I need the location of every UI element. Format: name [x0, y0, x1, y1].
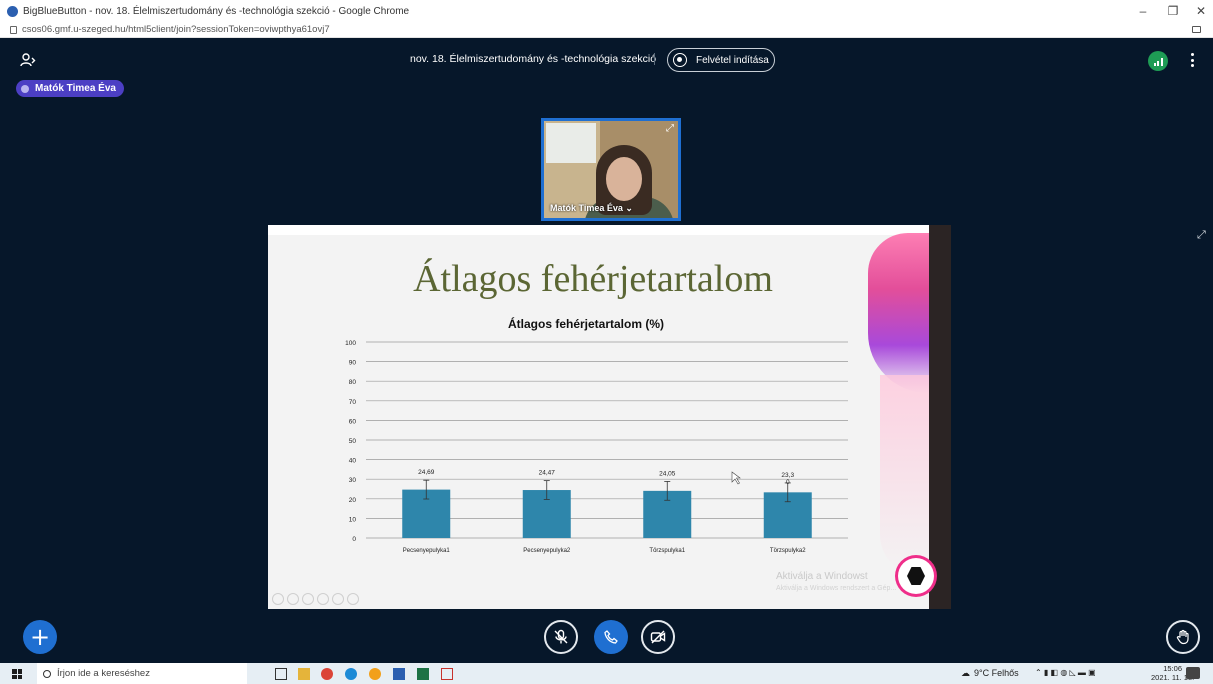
record-icon — [673, 53, 687, 67]
task-view-icon[interactable] — [275, 668, 287, 680]
word-icon[interactable] — [393, 668, 405, 680]
bar-chart: Átlagos fehérjetartalom (%) 0 10 20 30 40 50 6… — [345, 316, 848, 554]
presentation-slide: Átlagos fehérjetartalom Átlagos fehérjet… — [268, 225, 951, 609]
y-tick-label: 50 — [349, 438, 357, 445]
extra-data-label: 0 — [786, 479, 790, 486]
data-label: 24,47 — [539, 470, 556, 477]
actions-plus-button[interactable]: + — [23, 620, 57, 654]
connection-status-button[interactable] — [1148, 51, 1168, 71]
y-tick-label: 70 — [349, 399, 357, 406]
chart-title: Átlagos fehérjetartalom (%) — [508, 316, 664, 331]
url-text[interactable]: csos06.gmf.u-szeged.hu/html5client/join?… — [22, 24, 330, 35]
talker-name: Matók Timea Éva — [35, 83, 116, 94]
maximize-button[interactable]: ❐ — [1158, 0, 1188, 22]
webcam-video[interactable]: ⤢ Matók Timea Éva ⌄ — [541, 118, 681, 221]
browser-title-bar: BigBlueButton - nov. 18. Élelmiszertudom… — [0, 0, 1213, 22]
y-tick-label: 100 — [345, 340, 356, 347]
user-list-icon — [20, 53, 36, 67]
more-options-icon[interactable] — [1189, 51, 1195, 69]
mute-microphone-icon — [554, 629, 568, 644]
y-tick-label: 80 — [349, 379, 357, 386]
x-category-label: Törzspulyka1 — [649, 548, 685, 554]
edge-icon[interactable] — [345, 668, 357, 680]
y-tick-label: 20 — [349, 497, 357, 504]
meeting-title: nov. 18. Élelmiszertudomány és -technoló… — [410, 53, 657, 65]
bigbluebutton-favicon-icon — [7, 5, 18, 17]
add-icon: + — [29, 623, 51, 651]
window-title: BigBlueButton - nov. 18. Élelmiszertudom… — [23, 5, 410, 17]
share-webcam-button[interactable] — [641, 620, 675, 654]
user-list-toggle-button[interactable] — [20, 52, 40, 68]
x-category-label: Pecsenyepulyka2 — [523, 548, 571, 554]
taskbar-search-input[interactable]: Írjon ide a kereséshez — [37, 663, 247, 684]
record-label: Felvétel indítása — [696, 54, 769, 66]
leave-audio-icon — [604, 630, 618, 644]
minimize-button[interactable]: – — [1128, 0, 1158, 22]
windows-activation-watermark: Aktiválja a Windowst — [776, 571, 868, 582]
search-placeholder: Írjon ide a kereséshez — [57, 668, 150, 679]
start-recording-button[interactable]: Felvétel indítása — [667, 48, 775, 72]
cast-icon[interactable] — [1192, 26, 1201, 33]
y-tick-label: 10 — [349, 516, 357, 523]
leave-audio-button[interactable] — [594, 620, 628, 654]
share-webcam-icon — [650, 630, 666, 644]
current-talker-indicator[interactable]: Matók Timea Éva — [16, 80, 124, 97]
y-tick-label: 60 — [349, 418, 357, 425]
excel-icon[interactable] — [417, 668, 429, 680]
slide-title: Átlagos fehérjetartalom — [413, 258, 773, 300]
lock-icon — [10, 25, 17, 34]
webcam-user-name[interactable]: Matók Timea Éva ⌄ — [550, 203, 633, 214]
x-category-label: Pecsenyepulyka1 — [403, 548, 451, 554]
windows-start-icon[interactable] — [12, 669, 22, 679]
y-tick-label: 30 — [349, 477, 357, 484]
y-tick-label: 90 — [349, 360, 357, 367]
presentation-fullscreen-icon[interactable]: ⤢ — [1197, 228, 1206, 242]
chrome-icon[interactable] — [321, 668, 333, 680]
raise-hand-button[interactable] — [1166, 620, 1200, 654]
raise-hand-icon — [1176, 629, 1189, 645]
file-explorer-icon[interactable] — [298, 668, 310, 680]
close-button[interactable]: ✕ — [1186, 0, 1213, 22]
mouse-cursor-icon — [731, 471, 741, 485]
notification-icon[interactable] — [1186, 667, 1200, 679]
weather-text[interactable]: 9°C Felhős — [974, 668, 1019, 678]
slide-navigation[interactable] — [272, 593, 359, 605]
chrome-canary-icon[interactable] — [369, 668, 381, 680]
weather-icon[interactable]: ☁ — [961, 668, 970, 679]
search-icon — [43, 669, 51, 678]
data-label: 24,05 — [659, 470, 676, 477]
x-category-label: Törzspulyka2 — [770, 548, 806, 554]
acrobat-icon[interactable] — [441, 668, 453, 680]
windows-activation-subtext: Aktiválja a Windows rendszert a Gép... — [776, 585, 897, 592]
y-tick-label: 0 — [352, 536, 356, 543]
address-bar[interactable]: csos06.gmf.u-szeged.hu/html5client/join?… — [0, 22, 1213, 38]
title-divider — [654, 53, 655, 65]
windows-taskbar: Írjon ide a kereséshez ☁ 9°C Felhős ⌃ ▮ … — [0, 663, 1213, 684]
slide-logo-icon — [898, 558, 934, 594]
fullscreen-icon[interactable]: ⤢ — [666, 123, 674, 134]
data-label: 24,69 — [418, 469, 435, 476]
microphone-icon — [21, 84, 29, 93]
y-tick-label: 40 — [349, 458, 357, 465]
mute-button[interactable] — [544, 620, 578, 654]
system-tray-icons[interactable]: ⌃ ▮ ◧ ◍ ◺ ▬ ▣ — [1035, 668, 1096, 677]
data-label: 23,3 — [781, 472, 794, 479]
